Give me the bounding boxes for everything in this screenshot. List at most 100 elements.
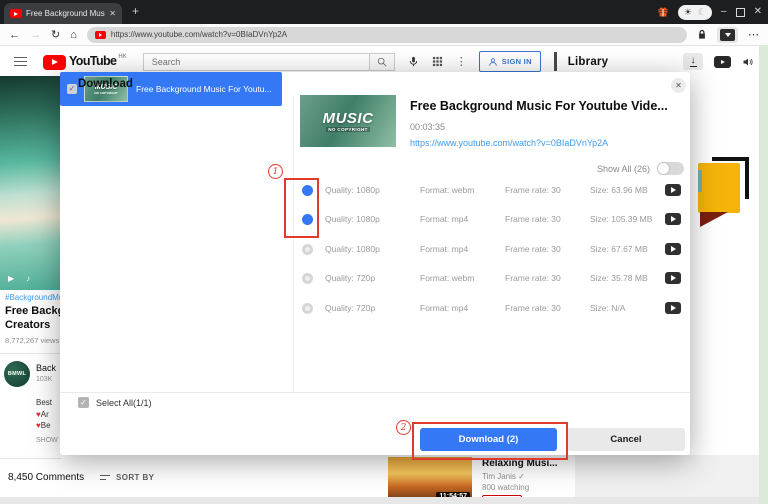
preview-play-icon[interactable] bbox=[665, 302, 681, 314]
browser-menu-icon[interactable]: ⋯ bbox=[748, 29, 759, 41]
size-label: Size: 35.78 MB bbox=[590, 273, 648, 283]
dialog-title: Download bbox=[78, 78, 133, 90]
video-download-icon[interactable] bbox=[717, 26, 738, 43]
folder-illustration bbox=[700, 212, 728, 227]
hashtag-link[interactable]: #BackgroundMus bbox=[5, 293, 60, 302]
youtube-play-badge bbox=[43, 54, 66, 70]
quality-label: Quality: 720p bbox=[325, 303, 376, 313]
divider bbox=[0, 458, 61, 459]
comments-count: 8,450 Comments bbox=[8, 472, 85, 483]
comment-text: ♥Ar bbox=[36, 410, 49, 419]
play-icon[interactable]: ▶ bbox=[8, 274, 14, 283]
apps-grid-icon[interactable] bbox=[432, 56, 443, 67]
preview-play-icon[interactable] bbox=[665, 243, 681, 255]
quality-radio[interactable] bbox=[302, 302, 313, 314]
quality-label: Quality: 1080p bbox=[325, 185, 380, 195]
mic-icon[interactable] bbox=[408, 56, 419, 67]
next-icon[interactable]: ♪ bbox=[26, 274, 30, 283]
subscriber-count: 103K bbox=[36, 376, 53, 383]
size-label: Size: N/A bbox=[590, 303, 626, 313]
youtube-logo[interactable]: YouTube HK bbox=[43, 54, 127, 70]
framerate-label: Frame rate: 30 bbox=[505, 303, 561, 313]
back-button[interactable]: ← bbox=[9, 29, 20, 41]
theme-toggle[interactable]: ☀ ☾ bbox=[677, 4, 713, 20]
select-all-label: Select All(1/1) bbox=[96, 397, 152, 408]
video-title: Free Background Music For Youtube Vide..… bbox=[410, 99, 668, 113]
format-label: Format: mp4 bbox=[420, 303, 469, 313]
panel-divider bbox=[293, 96, 294, 392]
forward-button[interactable]: → bbox=[30, 29, 41, 41]
quality-row[interactable]: Quality: 720p Format: webm Frame rate: 3… bbox=[302, 270, 681, 286]
size-label: Size: 63.96 MB bbox=[590, 185, 648, 195]
preview-play-icon[interactable] bbox=[665, 213, 681, 225]
sort-by-button[interactable]: SORT BY bbox=[100, 473, 154, 482]
quality-label: Quality: 720p bbox=[325, 273, 376, 283]
preview-play-icon[interactable] bbox=[665, 272, 681, 284]
watching-count: 800 watching bbox=[482, 483, 530, 492]
url-text: https://www.youtube.com/watch?v=0BIaDVnY… bbox=[110, 30, 288, 39]
folder-illustration bbox=[698, 163, 740, 213]
app-bottom-panel bbox=[575, 455, 759, 497]
annotation-number-1: 1 bbox=[268, 164, 283, 179]
light-mode-icon[interactable]: ☀ bbox=[684, 7, 692, 18]
format-label: Format: webm bbox=[420, 273, 475, 283]
sign-in-button[interactable]: SIGN IN bbox=[478, 51, 541, 72]
size-label: Size: 105.39 MB bbox=[590, 214, 653, 224]
cancel-button[interactable]: Cancel bbox=[567, 428, 685, 451]
browser-tab[interactable]: Free Background Mus ✕ bbox=[4, 3, 122, 24]
quality-label: Quality: 1080p bbox=[325, 214, 380, 224]
lock-icon[interactable] bbox=[697, 29, 707, 40]
select-all-checkbox[interactable]: ✓ bbox=[78, 397, 89, 408]
address-bar[interactable]: https://www.youtube.com/watch?v=0BIaDVnY… bbox=[86, 26, 687, 43]
view-count: 8,772,267 views bbox=[5, 336, 60, 345]
close-window-button[interactable]: ✕ bbox=[754, 7, 762, 17]
dark-mode-icon[interactable]: ☾ bbox=[698, 7, 706, 18]
video-player[interactable]: ▶ ♪ bbox=[0, 76, 61, 290]
framerate-label: Frame rate: 30 bbox=[505, 214, 561, 224]
channel-avatar[interactable]: BMWL bbox=[4, 361, 30, 387]
folder-illustration bbox=[698, 170, 702, 192]
maximize-button[interactable] bbox=[735, 7, 745, 17]
new-tab-button[interactable]: + bbox=[132, 4, 139, 18]
home-button[interactable]: ⌂ bbox=[70, 29, 77, 41]
tab-close-icon[interactable]: ✕ bbox=[109, 9, 116, 18]
video-thumbnail-large: MUSIC NO COPYRIGHT bbox=[300, 95, 396, 147]
downloading-tab-icon[interactable]: ↓ bbox=[683, 53, 703, 70]
youtube-favicon bbox=[10, 9, 22, 18]
hamburger-menu-icon[interactable] bbox=[14, 56, 27, 67]
show-more-link[interactable]: SHOW bbox=[36, 437, 60, 444]
youtube-favicon bbox=[94, 30, 106, 39]
channel-name[interactable]: Back bbox=[36, 363, 60, 373]
quality-row[interactable]: Quality: 720p Format: mp4 Frame rate: 30… bbox=[302, 300, 681, 316]
video-url-link[interactable]: https://www.youtube.com/watch?v=0BIaDVnY… bbox=[410, 138, 608, 148]
show-all-toggle[interactable] bbox=[657, 162, 684, 175]
gift-icon[interactable] bbox=[657, 6, 669, 18]
format-label: Format: mp4 bbox=[420, 214, 469, 224]
download-dialog: Download ✕ ✓ MUSIC NO COPYRIGHT Free Bac… bbox=[60, 72, 690, 460]
item-checkbox[interactable]: ✓ bbox=[67, 84, 77, 94]
quality-radio[interactable] bbox=[302, 243, 313, 255]
framerate-label: Frame rate: 30 bbox=[505, 244, 561, 254]
select-all-control[interactable]: ✓ Select All(1/1) bbox=[78, 397, 152, 408]
browser-titlebar: Free Background Mus ✕ + ☀ ☾ – ✕ bbox=[0, 0, 768, 24]
framerate-label: Frame rate: 30 bbox=[505, 185, 561, 195]
divider bbox=[0, 353, 61, 354]
window-edge-strip bbox=[759, 46, 768, 504]
search-input[interactable] bbox=[142, 52, 369, 71]
preview-play-icon[interactable] bbox=[665, 184, 681, 196]
video-duration: 00:03:35 bbox=[410, 122, 446, 132]
dialog-close-button[interactable]: ✕ bbox=[671, 78, 686, 93]
quality-row[interactable]: Quality: 1080p Format: mp4 Frame rate: 3… bbox=[302, 211, 681, 227]
footer-divider bbox=[60, 392, 690, 393]
quality-row[interactable]: Quality: 1080p Format: mp4 Frame rate: 3… bbox=[302, 241, 681, 257]
refresh-button[interactable]: ↻ bbox=[51, 29, 60, 41]
search-button[interactable] bbox=[368, 52, 395, 71]
video-library-icon[interactable] bbox=[714, 55, 731, 68]
audio-library-icon[interactable] bbox=[742, 56, 754, 68]
youtube-menu-icon[interactable]: ⋮ bbox=[456, 55, 467, 68]
size-label: Size: 67.67 MB bbox=[590, 244, 648, 254]
quality-row[interactable]: Quality: 1080p Format: webm Frame rate: … bbox=[302, 182, 681, 198]
panel-divider bbox=[553, 52, 557, 71]
quality-radio[interactable] bbox=[302, 272, 313, 284]
minimize-button[interactable]: – bbox=[721, 7, 727, 17]
